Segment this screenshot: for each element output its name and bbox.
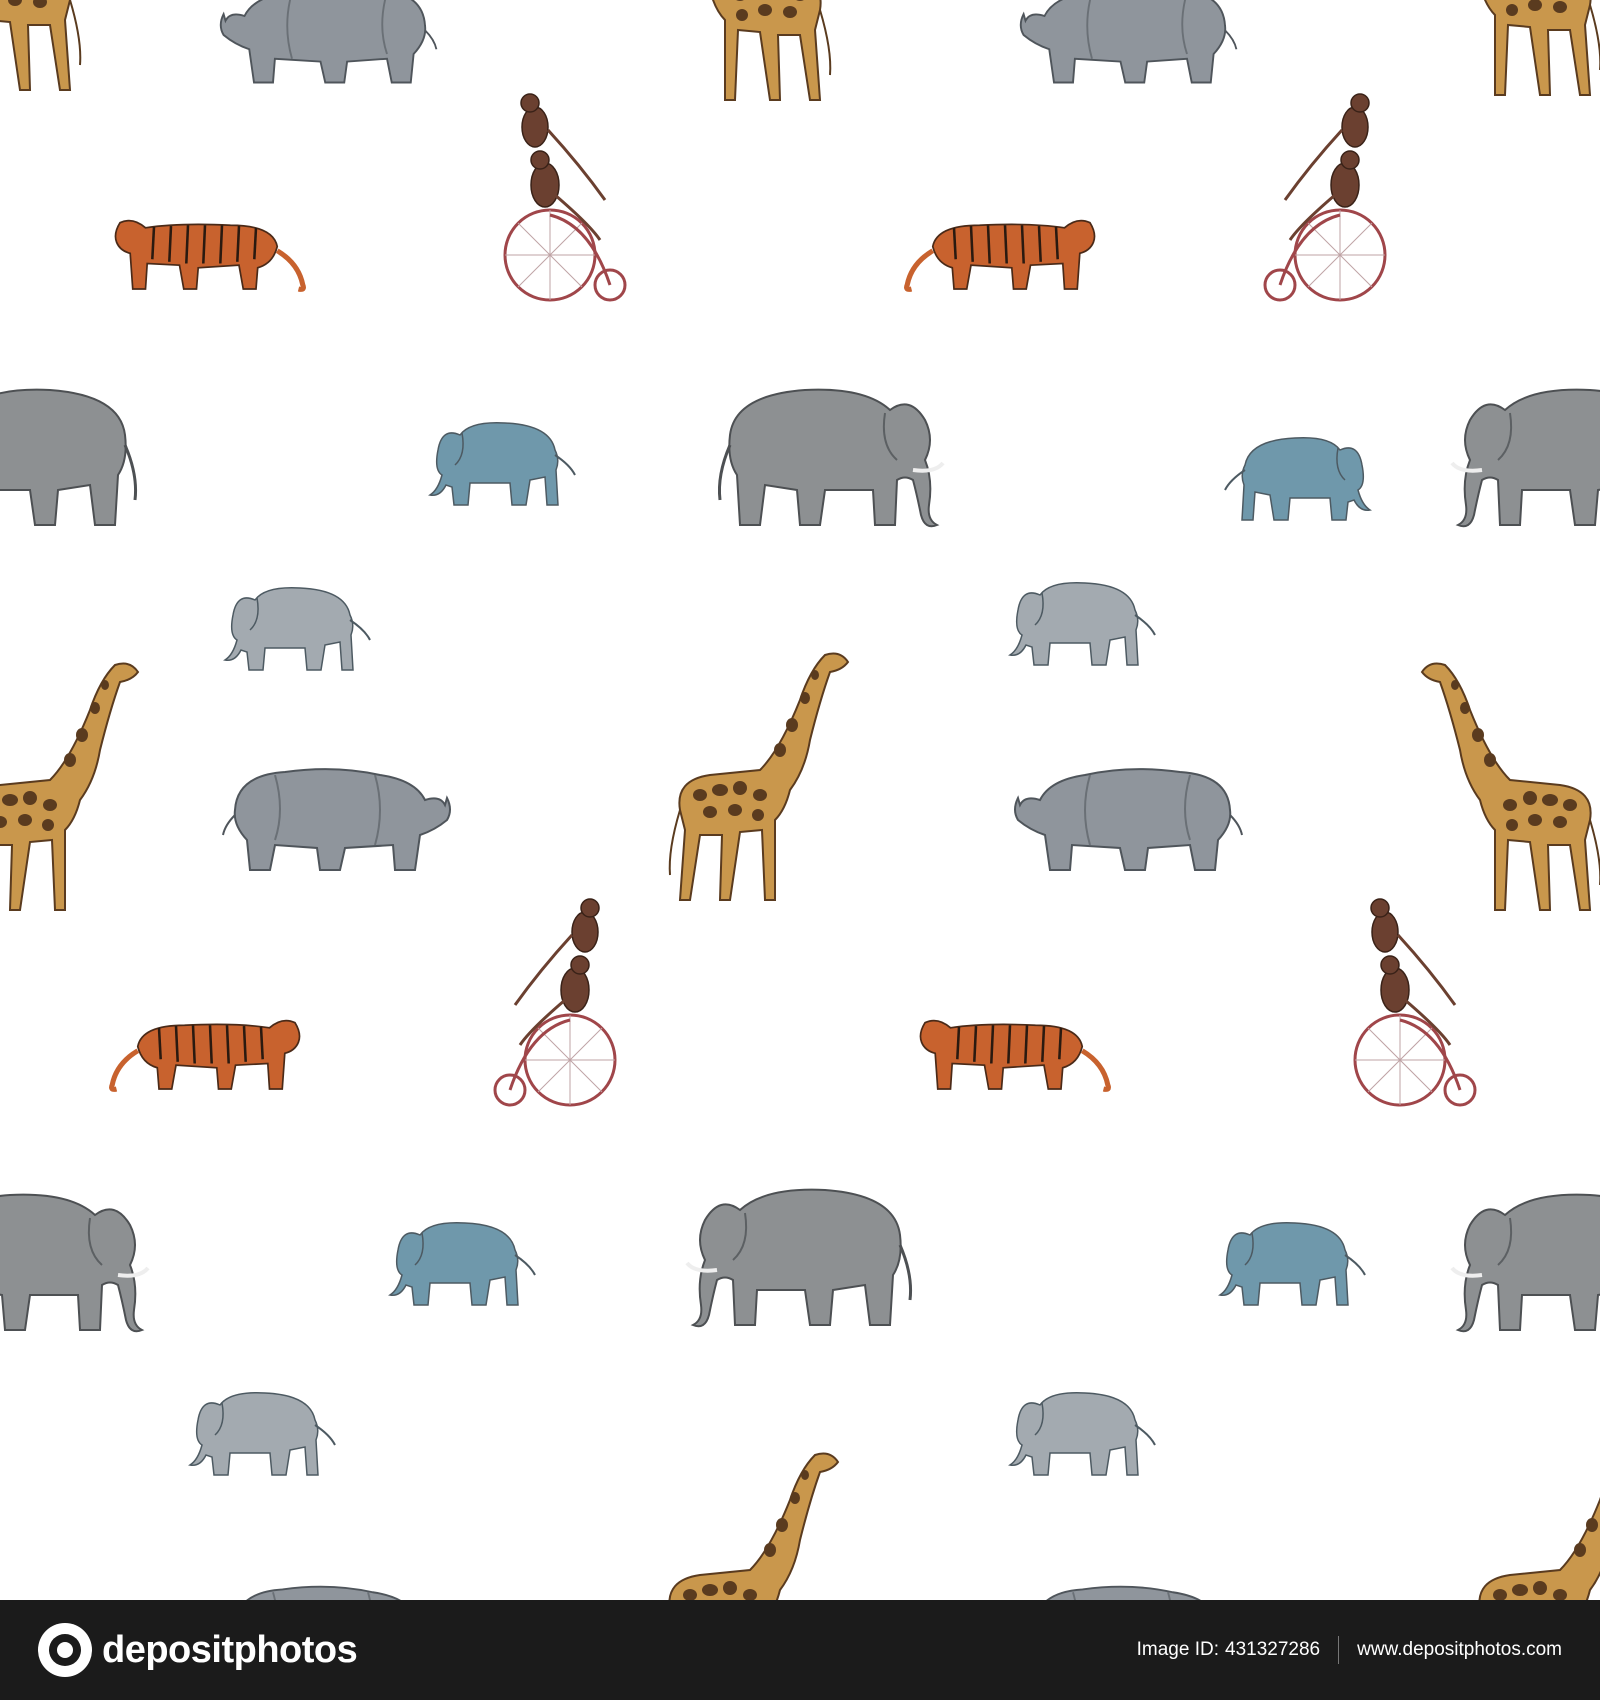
- baby-elephant-illustration: [224, 586, 371, 671]
- giraffe-illustration: [1421, 0, 1600, 96]
- giraffe-illustration: [651, 0, 832, 101]
- depositphotos-logo: depositphotos: [38, 1622, 358, 1678]
- monkeys-on-bicycle-illustration: [1353, 897, 1477, 1107]
- elephant-illustration: [0, 1192, 150, 1334]
- image-id-label: Image ID:: [1136, 1639, 1219, 1660]
- baby-elephant-illustration: [1009, 1391, 1156, 1476]
- baby-elephant-illustration: [189, 1391, 336, 1476]
- elephant-illustration: [1450, 387, 1600, 529]
- rhino-illustration: [222, 768, 451, 871]
- elephant-illustration: [685, 1187, 913, 1329]
- baby-elephant-illustration: [1219, 1221, 1366, 1306]
- tiger-illustration: [115, 221, 303, 290]
- giraffe-illustration: [1468, 1452, 1600, 1600]
- tiger-illustration: [920, 1021, 1108, 1090]
- rhino-illustration: [1019, 0, 1238, 84]
- site-url: www.depositphotos.com: [1357, 1639, 1562, 1660]
- giraffe-illustration: [658, 1452, 839, 1600]
- baby-elephant-illustration: [389, 1221, 536, 1306]
- image-id-value: 431327286: [1225, 1639, 1321, 1660]
- brand-name: depositphotos: [102, 1628, 358, 1671]
- tiger-illustration: [907, 221, 1095, 290]
- baby-elephant-illustration: [1224, 436, 1371, 521]
- giraffe-illustration: [1421, 662, 1600, 911]
- monkeys-on-bicycle-illustration: [1263, 92, 1387, 302]
- monkeys-on-bicycle-illustration: [503, 92, 627, 302]
- baby-elephant-illustration: [1009, 581, 1156, 666]
- pattern-artwork: [0, 0, 1600, 1600]
- tiger-illustration: [112, 1021, 300, 1090]
- elephant-illustration: [0, 387, 138, 529]
- baby-elephant-illustration: [429, 421, 576, 506]
- rhino-illustration: [222, 1585, 441, 1600]
- meta-divider: [1338, 1636, 1340, 1664]
- image-meta: Image ID: 431327286 www.depositphotos.co…: [1137, 1600, 1562, 1700]
- depositphotos-logo-icon: [38, 1623, 92, 1677]
- rhino-illustration: [1022, 1585, 1241, 1600]
- giraffe-illustration: [0, 662, 139, 911]
- rhino-illustration: [219, 0, 438, 84]
- monkeys-on-bicycle-illustration: [493, 897, 617, 1107]
- rhino-illustration: [1014, 768, 1243, 871]
- giraffe-illustration: [0, 0, 82, 91]
- watermark-footer-bar: depositphotos Image ID: 431327286 www.de…: [0, 1600, 1600, 1700]
- seamless-pattern-image: [0, 0, 1600, 1600]
- elephant-illustration: [717, 387, 945, 529]
- elephant-illustration: [1450, 1192, 1600, 1334]
- giraffe-illustration: [668, 652, 849, 901]
